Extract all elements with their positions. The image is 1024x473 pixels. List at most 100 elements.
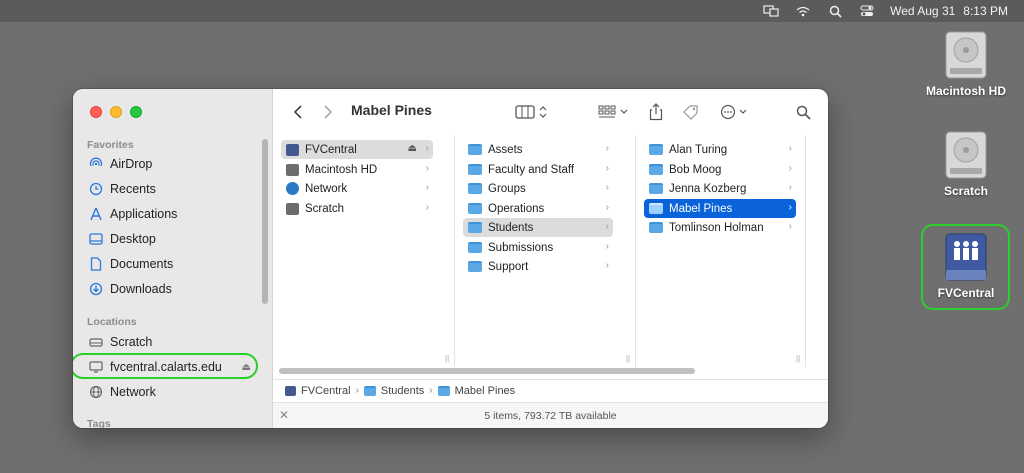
folder-icon [468,261,482,272]
column-fvcentral: Assets › Faculty and Staff › Groups › Op… [455,135,636,367]
path-segment-fvcentral[interactable]: FVCentral [301,385,351,397]
minimize-button[interactable] [110,106,122,118]
list-item[interactable]: Operations › [463,199,613,218]
sidebar-item-label: Scratch [110,335,153,349]
status-bar: ✕ 5 items, 793.72 TB available [273,402,828,428]
view-mode-button[interactable] [514,101,550,123]
sidebar-item-label: Applications [110,207,178,221]
chevron-right-icon: › [788,202,792,213]
eject-icon[interactable]: ⏏ [242,362,251,373]
zoom-button[interactable] [130,106,142,118]
list-item-scratch[interactable]: Scratch › [281,199,433,218]
close-button[interactable] [90,106,102,118]
column-resize-handle[interactable]: || [796,354,800,363]
list-item-students[interactable]: Students › [463,218,613,237]
share-icon [649,103,663,121]
sidebar-item-documents[interactable]: Documents [89,253,259,275]
chevron-right-icon: › [788,182,792,193]
share-button[interactable] [646,101,666,123]
sidebar-item-label: Recents [110,182,156,196]
list-item-fvcentral[interactable]: FVCentral ⏏ › [281,140,433,159]
path-segment-students[interactable]: Students [381,385,424,397]
display-icon[interactable] [762,4,780,18]
chevron-right-icon: › [425,163,429,174]
sidebar-item-airdrop[interactable]: AirDrop [89,153,259,175]
sidebar-item-applications[interactable]: Applications [89,203,259,225]
list-item-label: FVCentral [305,143,357,156]
list-item[interactable]: Groups › [463,179,613,198]
list-item-network[interactable]: Network › [281,179,433,198]
menu-date: Wed Aug 31 [890,4,956,18]
hard-drive-icon [286,163,299,176]
close-pathbar-icon[interactable]: ✕ [279,408,289,422]
sidebar-item-desktop[interactable]: Desktop [89,228,259,250]
chevron-right-icon: › [605,163,609,174]
wifi-icon[interactable] [794,4,812,18]
chevron-right-icon [324,105,333,119]
list-item[interactable]: Jenna Kozberg › [644,179,796,198]
desktop-icon-macintosh-hd[interactable]: Macintosh HD [916,30,1016,98]
list-item[interactable]: Tomlinson Holman › [644,218,796,237]
back-button[interactable] [288,101,308,123]
eject-icon[interactable]: ⏏ [408,143,417,154]
toolbar: Mabel Pines [273,89,828,135]
folder-icon [649,164,663,175]
status-text: 5 items, 793.72 TB available [484,409,617,422]
column-resize-handle[interactable]: || [445,354,449,363]
monitor-icon [89,360,103,374]
chevron-right-icon: › [605,260,609,271]
forward-button[interactable] [318,101,338,123]
chevron-right-icon: › [355,385,359,396]
search-icon [796,105,811,120]
column-resize-handle[interactable]: || [626,354,630,363]
sidebar-item-network[interactable]: Network [89,381,259,403]
list-item[interactable]: Bob Moog › [644,160,796,179]
sidebar-item-label: Network [110,385,156,399]
search-button[interactable] [793,101,813,123]
list-item[interactable]: Assets › [463,140,613,159]
applications-icon [89,207,103,221]
network-volume-icon [942,232,990,282]
desktop-icon-fvcentral[interactable]: FVCentral [916,232,1016,300]
chevron-right-icon: › [605,241,609,252]
more-actions-button[interactable] [718,101,752,123]
list-item-label: Mabel Pines [669,202,733,215]
folder-icon [649,222,663,233]
list-item-mabel-pines[interactable]: Mabel Pines › [644,199,796,218]
list-item[interactable]: Support › [463,257,613,276]
desktop-icon-scratch[interactable]: Scratch [916,130,1016,198]
list-item[interactable]: Alan Turing › [644,140,796,159]
menu-clock[interactable]: Wed Aug 31 8:13 PM [890,4,1008,18]
horizontal-scrollbar[interactable] [279,368,695,374]
list-item-label: Assets [488,143,523,156]
sidebar-item-fvcentral-calarts-edu[interactable]: fvcentral.calarts.edu ⏏ [89,356,259,378]
tag-button[interactable] [680,101,702,123]
list-item-macintosh-hd[interactable]: Macintosh HD › [281,160,433,179]
finder-window: Favorites AirDrop Recents Applications D… [73,89,828,428]
chevron-right-icon: › [425,182,429,193]
desktop-icon-label: Macintosh HD [925,84,1006,98]
list-item[interactable]: Faculty and Staff › [463,160,613,179]
search-icon[interactable] [826,4,844,18]
control-center-icon[interactable] [858,4,876,18]
folder-icon [649,144,663,155]
sidebar-item-scratch[interactable]: Scratch [89,331,259,353]
path-segment-mabel-pines[interactable]: Mabel Pines [455,385,516,397]
list-item[interactable]: Submissions › [463,238,613,257]
sidebar-item-recents[interactable]: Recents [89,178,259,200]
list-item-label: Network [305,182,348,195]
chevron-right-icon: › [425,202,429,213]
chevron-right-icon: › [605,182,609,193]
path-bar: FVCentral › Students › Mabel Pines [273,379,828,401]
grid-icon [598,105,628,118]
list-item-label: Students [488,221,534,234]
sidebar-scrollbar[interactable] [262,139,268,304]
chevron-right-icon: › [788,143,792,154]
sidebar-item-downloads[interactable]: Downloads [89,278,259,300]
list-item-label: Bob Moog [669,163,722,176]
hard-drive-icon [942,30,990,80]
locations-header: Locations [87,316,137,328]
column-volumes: FVCentral ⏏ › Macintosh HD › Network › S… [273,135,455,367]
group-button[interactable] [596,101,630,123]
list-item-label: Jenna Kozberg [669,182,747,195]
